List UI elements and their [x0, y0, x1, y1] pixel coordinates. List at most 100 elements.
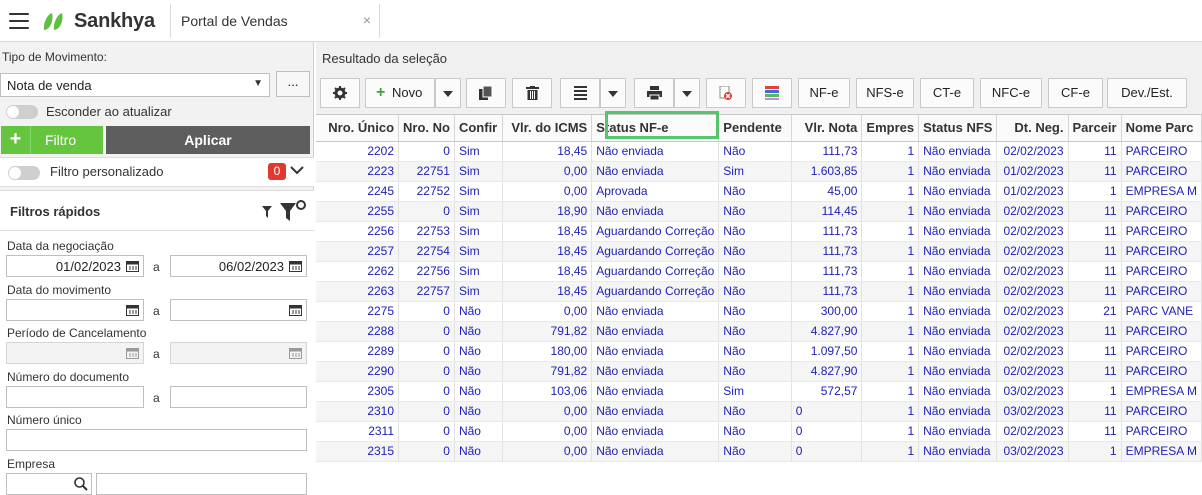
novo-dropdown-button[interactable] — [435, 78, 461, 108]
filtro-count-badge: 0 — [268, 163, 286, 180]
filtro-button[interactable]: + Filtro — [1, 126, 103, 154]
table-cell: Não enviada — [591, 141, 720, 162]
table-row[interactable]: 2255 0 Sim 18,90 Não enviada Não 114,45 1 Não en… — [316, 201, 1202, 222]
table-row[interactable]: 2310 0 Não 0,00 Não enviada Não 0 1 Não enviada 0… — [316, 401, 1202, 422]
column-header[interactable]: Pendente — [718, 115, 792, 142]
list-button[interactable] — [560, 78, 600, 108]
table-row[interactable]: 2245 22752 Sim 0,00 Aprovada Não 45,00 1 Não env… — [316, 181, 1202, 202]
periodo-cancelamento-de-input[interactable] — [6, 342, 144, 364]
tipo-movimento-select[interactable]: Nota de venda ▼ — [0, 73, 270, 97]
table-cell: 2275 — [316, 301, 400, 322]
table-cell: 11 — [1068, 401, 1122, 422]
table-row[interactable]: 2256 22753 Sim 18,45 Aguardando Correção Não 1… — [316, 221, 1202, 242]
numero-documento-label: Número do documento — [7, 370, 130, 384]
column-header[interactable]: Nro. Único — [316, 115, 400, 142]
table-cell: 02/02/2023 — [996, 141, 1069, 162]
list-dropdown-button[interactable] — [600, 78, 626, 108]
nfe-button[interactable]: NF-e — [798, 78, 850, 108]
table-row[interactable]: 2289 0 Não 180,00 Não enviada Não 1.097,50 1 Não… — [316, 341, 1202, 362]
nfce-button[interactable]: NFC-e — [980, 78, 1042, 108]
column-header[interactable]: Dt. Neg. — [996, 115, 1069, 142]
table-cell: 791,82 — [502, 361, 593, 382]
table-row[interactable]: 2305 0 Não 103,06 Não enviada Sim 572,57 1 Não e… — [316, 381, 1202, 402]
calendar-icon[interactable] — [289, 304, 302, 316]
table-cell: Aguardando Correção — [591, 221, 720, 242]
column-header[interactable]: Vlr. Nota — [791, 115, 863, 142]
column-header[interactable]: Nro. No — [398, 115, 455, 142]
list-icon — [573, 86, 587, 100]
settings-button[interactable] — [320, 78, 360, 108]
print-dropdown-button[interactable] — [674, 78, 700, 108]
column-header[interactable]: Status NFS — [918, 115, 998, 142]
print-button[interactable] — [634, 78, 674, 108]
esconder-toggle[interactable] — [6, 105, 38, 119]
numero-unico-input[interactable] — [6, 429, 307, 451]
table-cell: Não enviada — [918, 201, 998, 222]
column-header[interactable]: Nome Parc — [1121, 115, 1202, 142]
filter-settings-icon[interactable] — [280, 199, 308, 223]
close-icon[interactable]: × — [363, 12, 371, 28]
data-negociacao-ate-input[interactable]: 06/02/2023 — [170, 255, 307, 277]
table-row[interactable]: 2202 0 Sim 18,45 Não enviada Não 111,73 1 Não en… — [316, 141, 1202, 162]
table-row[interactable]: 2262 22756 Sim 18,45 Aguardando Correção Não 1… — [316, 261, 1202, 282]
table-row[interactable]: 2315 0 Não 0,00 Não enviada Não 0 1 Não enviada 0… — [316, 441, 1202, 462]
table-cell: 18,45 — [502, 141, 593, 162]
color-config-button[interactable] — [752, 78, 792, 108]
chevron-down-icon[interactable] — [290, 162, 304, 178]
empresa-name-input[interactable] — [96, 473, 307, 495]
calendar-icon[interactable] — [289, 260, 302, 272]
tab-portal-de-vendas[interactable]: Portal de Vendas × — [170, 4, 380, 38]
table-cell: 0 — [398, 401, 455, 422]
chevron-down-icon — [608, 91, 618, 97]
filter-icon[interactable] — [262, 206, 272, 218]
table-cell: 11 — [1068, 201, 1122, 222]
calendar-icon[interactable] — [126, 260, 139, 272]
data-negociacao-de-input[interactable]: 01/02/2023 — [6, 255, 144, 277]
table-row[interactable]: 2275 0 Não 0,00 Não enviada Não 300,00 1 Não env… — [316, 301, 1202, 322]
delete-button[interactable] — [512, 78, 552, 108]
table-cell: Não enviada — [918, 441, 998, 462]
table-row[interactable]: 2257 22754 Sim 18,45 Aguardando Correção Não 1… — [316, 241, 1202, 262]
table-row[interactable]: 2311 0 Não 0,00 Não enviada Não 0 1 Não enviada 0… — [316, 421, 1202, 442]
table-cell: Sim — [454, 241, 503, 262]
table-cell: Sim — [718, 161, 792, 182]
calendar-icon[interactable] — [126, 347, 139, 359]
table-cell: 1 — [1068, 381, 1122, 402]
column-header[interactable]: Empres — [861, 115, 920, 142]
dev-est-button[interactable]: Dev./Est. — [1107, 78, 1187, 108]
cfe-button[interactable]: CF-e — [1048, 78, 1103, 108]
periodo-cancelamento-ate-input[interactable] — [170, 342, 307, 364]
column-header[interactable]: Vlr. do ICMS — [502, 115, 593, 142]
column-header[interactable]: Confir — [454, 115, 503, 142]
copy-button[interactable] — [466, 78, 506, 108]
column-header[interactable]: Parceir — [1068, 115, 1122, 142]
table-cell: 0 — [398, 421, 455, 442]
aplicar-button[interactable]: Aplicar — [106, 126, 310, 154]
table-cell: 2290 — [316, 361, 400, 382]
nfse-button[interactable]: NFS-e — [856, 78, 914, 108]
numero-documento-ate-input[interactable] — [170, 386, 307, 408]
numero-documento-de-input[interactable] — [6, 386, 144, 408]
novo-button[interactable]: + Novo — [365, 78, 435, 108]
table-row[interactable]: 2263 22757 Sim 18,45 Aguardando Correção Não 1… — [316, 281, 1202, 302]
cte-button[interactable]: CT-e — [920, 78, 974, 108]
calendar-icon[interactable] — [289, 347, 302, 359]
table-cell: 1 — [861, 441, 920, 462]
table-row[interactable]: 2290 0 Não 791,82 Não enviada Não 4.827,90 1 Não… — [316, 361, 1202, 382]
table-row[interactable]: 2288 0 Não 791,82 Não enviada Não 4.827,90 1 Não… — [316, 321, 1202, 342]
hamburger-icon[interactable] — [9, 13, 29, 29]
table-cell: Não enviada — [918, 141, 998, 162]
empresa-code-input[interactable] — [6, 473, 92, 495]
table-cell: 2310 — [316, 401, 400, 422]
search-icon[interactable] — [74, 477, 88, 491]
data-movimento-de-input[interactable] — [6, 299, 144, 321]
column-header[interactable]: Status NF-e — [591, 115, 720, 142]
more-options-button[interactable]: ... — [276, 71, 310, 97]
calendar-icon[interactable] — [126, 304, 139, 316]
table-row[interactable]: 2223 22751 Sim 0,00 Não enviada Sim 1.603,85 1 N… — [316, 161, 1202, 182]
data-movimento-ate-input[interactable] — [170, 299, 307, 321]
table-cell: 2305 — [316, 381, 400, 402]
cancel-document-button[interactable] — [706, 78, 746, 108]
table-cell: 2223 — [316, 161, 400, 182]
filtro-personalizado-toggle[interactable] — [8, 166, 40, 180]
